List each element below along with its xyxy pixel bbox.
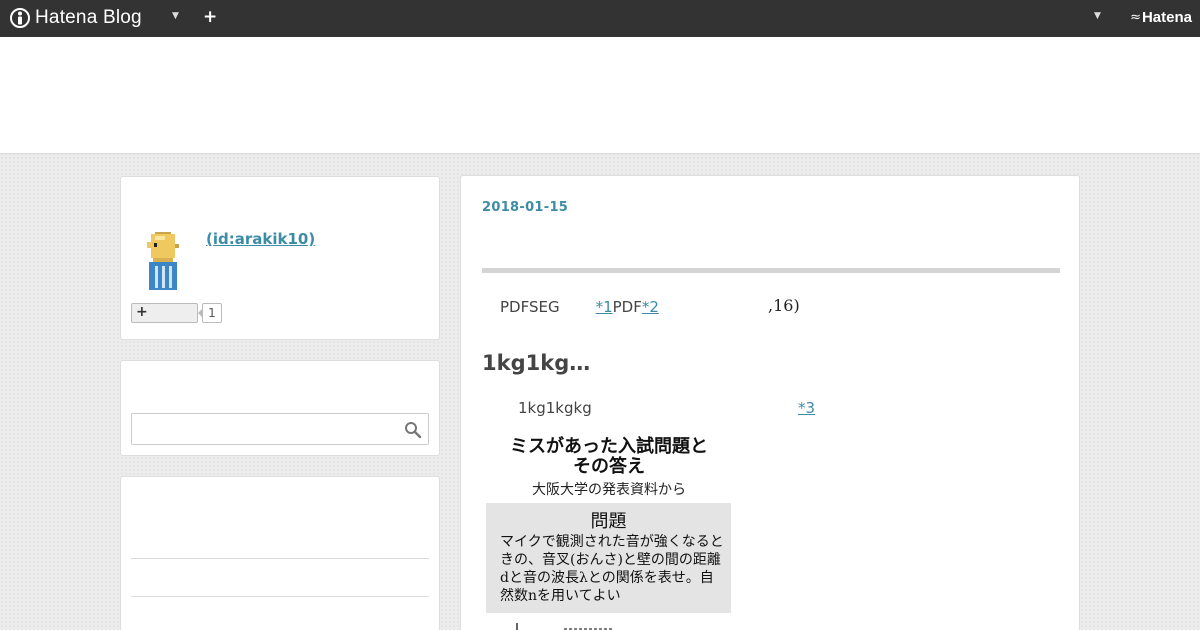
- sidebar-module: [120, 476, 440, 630]
- hatena-label: Hatena: [1141, 9, 1192, 26]
- search-input[interactable]: [131, 413, 429, 445]
- clipping-diagram: [516, 623, 614, 630]
- search-icon[interactable]: [404, 421, 422, 439]
- hatena-blog-logo[interactable]: Hatena Blog: [10, 7, 142, 29]
- account-menu-chevron-down-icon[interactable]: ▼: [1094, 11, 1101, 21]
- add-entry-button[interactable]: +: [203, 7, 217, 27]
- footnote-link-1[interactable]: *1: [596, 298, 613, 316]
- paragraph-text: PDF: [612, 298, 642, 316]
- divider: [131, 596, 429, 597]
- avatar[interactable]: [145, 232, 181, 290]
- clipping-headline: ミスがあった入試問題と その答え: [510, 436, 708, 477]
- profile-id-link[interactable]: (id:arakik10): [206, 230, 315, 248]
- entry-paragraph: PDFSEG *1PDF*2: [500, 298, 659, 316]
- search-module: [120, 360, 440, 456]
- paragraph-text: 1kg1kgkg: [518, 399, 592, 417]
- reader-count[interactable]: 1: [198, 303, 222, 323]
- clipping-subheadline: 大阪大学の発表資料から: [532, 482, 686, 498]
- paragraph-text: PDFSEG: [500, 298, 560, 316]
- logo-text: Hatena Blog: [35, 7, 142, 28]
- subscribe-plus-icon: +: [136, 304, 148, 320]
- clipping-question-panel: 問題 マイクで観測された音が強くなるときの、音叉(おんさ)と壁の間の距離dと音の…: [486, 503, 731, 613]
- hatena-menu-button[interactable]: ≈ Hatena: [1130, 9, 1192, 26]
- clipping-question-title: 問題: [590, 511, 627, 532]
- top-navbar: Hatena Blog ▼ + ▼ ≈ Hatena: [0, 0, 1200, 37]
- entry-date[interactable]: 2018-01-15: [482, 200, 568, 215]
- hatena-blog-logo-icon: [10, 8, 30, 28]
- entry-article: 2018-01-15 PDFSEG *1PDF*2 ,16) 1kg1kg… 1k…: [460, 175, 1080, 630]
- entry-title-divider: [482, 268, 1060, 273]
- subscribe-button[interactable]: +: [131, 303, 198, 323]
- paragraph-text: ,16): [768, 296, 800, 315]
- footnote-link-3[interactable]: *3: [798, 399, 815, 417]
- divider: [131, 558, 429, 559]
- section-heading: 1kg1kg…: [482, 351, 591, 375]
- blog-menu-chevron-down-icon[interactable]: ▼: [172, 11, 179, 21]
- newspaper-clipping-image[interactable]: ミスがあった入試問題と その答え 大阪大学の発表資料から 問題 マイクで観測され…: [486, 431, 732, 630]
- hatena-wave-icon: ≈: [1130, 10, 1141, 25]
- profile-module: (id:arakik10) + 1: [120, 176, 440, 340]
- footnote-link-2[interactable]: *2: [642, 298, 659, 316]
- blog-header: [0, 37, 1200, 154]
- clipping-question-body: マイクで観測された音が強くなるときの、音叉(おんさ)と壁の間の距離dと音の波長λ…: [500, 534, 724, 604]
